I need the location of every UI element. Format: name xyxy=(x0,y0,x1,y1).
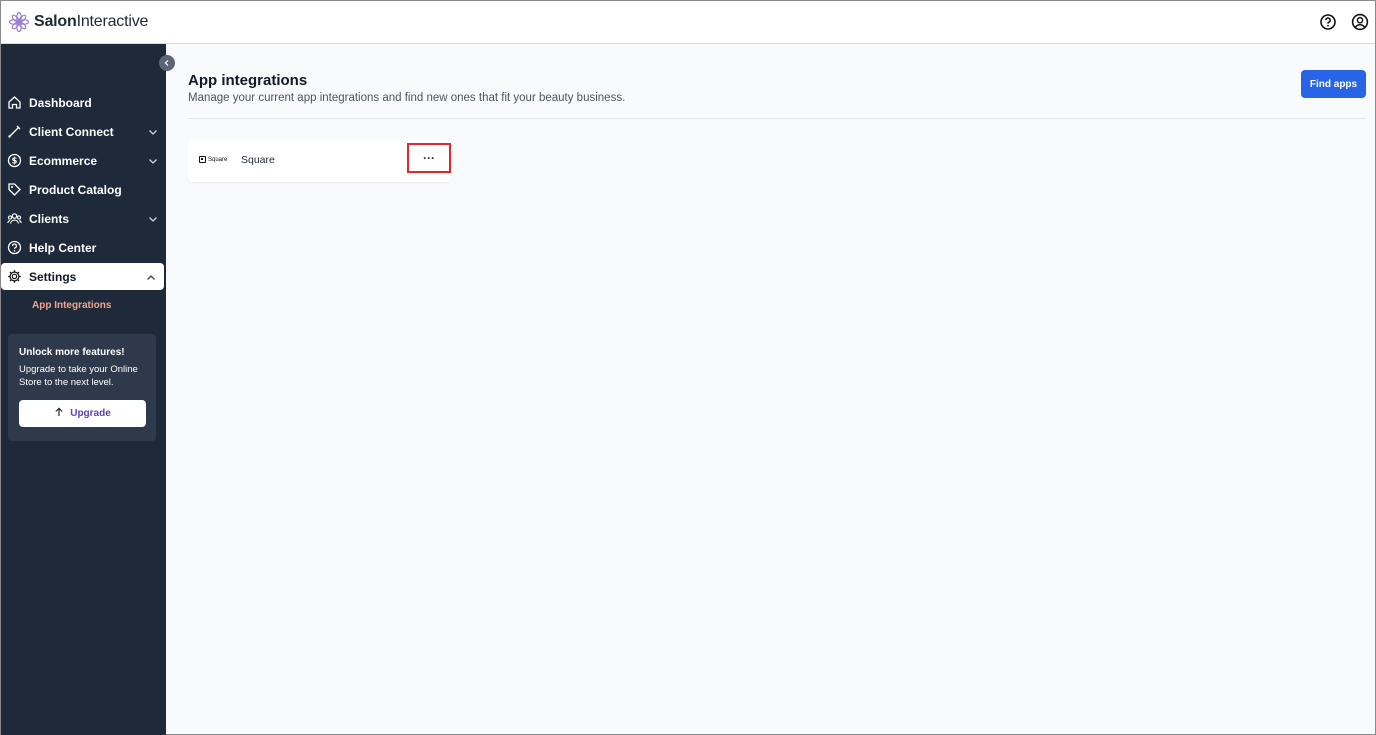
square-logo-icon xyxy=(199,156,206,163)
chevron-down-icon xyxy=(148,213,158,223)
edit-pen-icon xyxy=(7,124,22,139)
chevron-left-icon xyxy=(163,54,171,72)
sidebar: Dashboard Client Connect $ Ecommerce Pro… xyxy=(1,44,166,735)
chevron-down-icon xyxy=(148,126,158,136)
sidebar-item-label: Clients xyxy=(29,211,70,226)
find-apps-button[interactable]: Find apps xyxy=(1301,70,1366,98)
users-icon xyxy=(7,211,22,226)
sidebar-item-ecommerce[interactable]: $ Ecommerce xyxy=(1,146,166,175)
upgrade-button[interactable]: Upgrade xyxy=(19,400,146,427)
sidebar-nav: Dashboard Client Connect $ Ecommerce Pro… xyxy=(1,88,166,319)
page-subtitle: Manage your current app integrations and… xyxy=(188,92,626,104)
sidebar-item-clients[interactable]: Clients xyxy=(1,204,166,233)
promo-text: Upgrade to take your Online Store to the… xyxy=(19,364,138,388)
salon-flower-icon xyxy=(8,11,30,33)
sidebar-item-label: Help Center xyxy=(29,240,97,255)
sidebar-item-client-connect[interactable]: Client Connect xyxy=(1,117,166,146)
square-logo-text: Square xyxy=(208,156,228,163)
arrow-up-icon xyxy=(54,407,64,420)
upgrade-promo-card: Unlock more features! Upgrade to take yo… xyxy=(8,334,156,441)
page-title: App integrations xyxy=(188,72,308,89)
brand-name: SalonInteractive xyxy=(34,13,149,30)
tag-icon xyxy=(7,182,22,197)
chevron-down-icon xyxy=(148,155,158,165)
collapse-sidebar-button[interactable] xyxy=(159,55,175,71)
more-horizontal-icon: ··· xyxy=(423,151,435,165)
help-circle-icon xyxy=(7,240,22,255)
promo-title: Unlock more features! xyxy=(19,347,125,358)
sidebar-item-settings[interactable]: Settings xyxy=(1,263,164,290)
user-circle-icon[interactable] xyxy=(1351,13,1369,31)
square-logo: Square xyxy=(199,156,227,163)
sidebar-item-label: Dashboard xyxy=(29,95,92,110)
sidebar-item-product-catalog[interactable]: Product Catalog xyxy=(1,175,166,204)
sidebar-item-label: Client Connect xyxy=(29,124,114,139)
svg-text:$: $ xyxy=(12,157,18,167)
dollar-circle-icon: $ xyxy=(7,153,22,168)
brand-logo[interactable]: SalonInteractive xyxy=(8,11,148,33)
sidebar-subitem-app-integrations[interactable]: App Integrations xyxy=(1,291,166,319)
sidebar-item-label: Settings xyxy=(29,269,77,284)
sidebar-item-label: Ecommerce xyxy=(29,153,98,168)
chevron-up-icon xyxy=(146,272,156,282)
divider xyxy=(188,118,1366,119)
help-circle-icon[interactable] xyxy=(1319,13,1337,31)
integration-name: Square xyxy=(241,154,275,166)
home-icon xyxy=(7,95,22,110)
top-bar: SalonInteractive xyxy=(1,1,1375,44)
sidebar-item-help-center[interactable]: Help Center xyxy=(1,233,166,262)
more-options-button[interactable]: ··· xyxy=(407,143,451,173)
upgrade-label: Upgrade xyxy=(70,408,111,419)
sidebar-item-label: Product Catalog xyxy=(29,182,122,197)
main-content: App integrations Manage your current app… xyxy=(166,44,1375,734)
integration-card-square[interactable]: Square Square ··· xyxy=(188,140,451,182)
gear-icon xyxy=(7,269,22,284)
sidebar-item-dashboard[interactable]: Dashboard xyxy=(1,88,166,117)
